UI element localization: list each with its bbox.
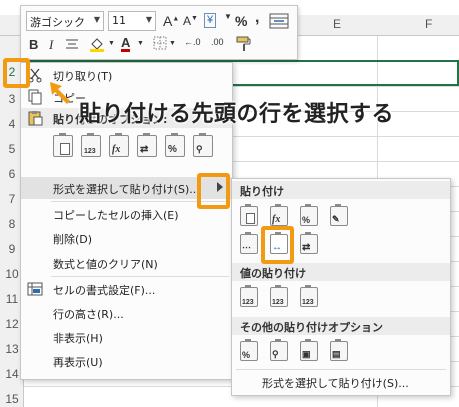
- submenu-arrow-highlight-box: [197, 173, 230, 209]
- paste-formulas-icon[interactable]: fx: [270, 204, 288, 226]
- chevron-down-icon[interactable]: ▼: [224, 13, 232, 21]
- paste-no-borders-icon[interactable]: ⋯: [240, 232, 258, 254]
- paste-formatting-icon[interactable]: %: [165, 133, 185, 157]
- instruction-callout: 貼り付ける先頭の行を選択する: [79, 102, 395, 127]
- menu-item-paste-special-label: 形式を選択して貼り付け(S)...: [53, 183, 200, 196]
- paste-values-number-format-icon[interactable]: 123: [270, 285, 288, 307]
- submenu-separator: [236, 369, 446, 370]
- keep-column-widths-highlight-box: [261, 226, 294, 264]
- submenu-paste-header: 貼り付け: [232, 181, 450, 199]
- font-name-combo[interactable]: 游ゴシック ▼: [26, 11, 104, 31]
- paste-transpose-icon[interactable]: ⇄: [300, 232, 318, 254]
- paste-keep-source-format-icon[interactable]: ✎: [330, 204, 348, 226]
- paste-icon[interactable]: [240, 204, 258, 226]
- menu-item-clear-contents-label: 数式と値のクリア(N): [53, 258, 158, 271]
- menu-item-unhide-label: 再表示(U): [53, 356, 103, 369]
- font-size-combo[interactable]: 11 ▼: [108, 11, 156, 31]
- clipboard-icon: [27, 110, 43, 129]
- column-header-e[interactable]: E: [333, 17, 341, 31]
- comma-format-button[interactable]: ,: [255, 10, 259, 26]
- format-painter-icon[interactable]: [235, 35, 253, 55]
- menu-item-row-height[interactable]: 行の高さ(R)...: [21, 302, 232, 324]
- menu-item-insert-copied-label: コピーしたセルの挿入(E): [53, 209, 179, 222]
- paste-link-icon[interactable]: ⚲: [193, 133, 213, 157]
- chevron-down-icon: ▼: [145, 15, 152, 24]
- submenu-paste-special-item[interactable]: 形式を選択して貼り付け(S)...: [262, 375, 409, 391]
- paste-values-icon[interactable]: 123: [240, 285, 258, 307]
- paste-formulas-icon[interactable]: fx: [109, 133, 129, 157]
- paste-values-source-format-icon[interactable]: 123: [300, 285, 318, 307]
- italic-button[interactable]: I: [49, 38, 53, 51]
- submenu-values-header: 値の貼り付け: [232, 263, 450, 281]
- paste-formatting-icon[interactable]: %: [240, 339, 258, 361]
- borders-icon[interactable]: [153, 36, 167, 52]
- paste-picture-icon[interactable]: ▣: [300, 339, 318, 361]
- row-header-15[interactable]: 15: [0, 392, 24, 406]
- chevron-down-icon[interactable]: ▼: [108, 40, 115, 47]
- menu-item-delete-label: 削除(D): [53, 233, 93, 246]
- menu-item-delete[interactable]: 削除(D): [21, 227, 232, 249]
- paste-special-submenu: 貼り付け fx % ✎ ⋯ ↔ ⇄ 値の貼り付け 123 123 123 その他…: [231, 178, 451, 396]
- format-cells-icon: [27, 281, 43, 297]
- menu-item-hide[interactable]: 非表示(H): [21, 326, 232, 348]
- font-color-button[interactable]: A: [121, 36, 131, 52]
- menu-item-row-height-label: 行の高さ(R)...: [53, 308, 124, 321]
- percent-format-button[interactable]: %: [235, 14, 247, 28]
- align-center-icon[interactable]: [65, 37, 79, 53]
- paste-formulas-number-format-icon[interactable]: %: [300, 204, 318, 226]
- font-size-value: 11: [112, 14, 126, 27]
- grow-font-button[interactable]: A▲: [163, 14, 179, 28]
- paste-linked-picture-icon[interactable]: ▤: [330, 339, 348, 361]
- menu-item-unhide[interactable]: 再表示(U): [21, 350, 232, 372]
- font-name-value: 游ゴシック: [30, 16, 85, 29]
- submenu-values-label: 値の貼り付け: [240, 267, 306, 280]
- submenu-paste-label: 貼り付け: [240, 185, 284, 198]
- menu-item-hide-label: 非表示(H): [53, 332, 103, 345]
- menu-item-clear-contents[interactable]: 数式と値のクリア(N): [21, 252, 232, 274]
- paste-transpose-icon[interactable]: ⇄: [137, 133, 157, 157]
- decrease-decimal-button[interactable]: .00: [211, 38, 224, 47]
- increase-decimal-button[interactable]: ←.0: [184, 38, 201, 47]
- chevron-down-icon[interactable]: ▼: [137, 40, 144, 47]
- submenu-other-label: その他の貼り付けオプション: [240, 321, 383, 334]
- chevron-down-icon[interactable]: ▼: [169, 40, 176, 47]
- paste-values-icon[interactable]: 123: [81, 133, 101, 157]
- fill-color-icon[interactable]: [89, 36, 105, 54]
- column-header-f[interactable]: F: [425, 17, 432, 31]
- currency-format-button[interactable]: ¥: [204, 13, 217, 28]
- menu-item-format-cells-label: セルの書式設定(F)...: [53, 284, 156, 297]
- paste-link-icon[interactable]: ⚲: [270, 339, 288, 361]
- chevron-down-icon: ▼: [93, 15, 100, 24]
- menu-separator: [51, 276, 229, 277]
- menu-item-format-cells[interactable]: セルの書式設定(F)...: [21, 278, 232, 300]
- mini-toolbar: 游ゴシック ▼ 11 ▼ A▲ A▼ ¥ ▼ % , B I ▼ A ▼ ▼ ←…: [20, 5, 298, 60]
- shrink-font-button[interactable]: A▼: [183, 15, 198, 27]
- paste-icon[interactable]: [53, 133, 73, 157]
- bold-button[interactable]: B: [29, 38, 38, 51]
- copy-icon: [27, 89, 43, 105]
- arrow-pointer-icon: [50, 82, 70, 104]
- submenu-other-header: その他の貼り付けオプション: [232, 317, 450, 335]
- merge-center-icon[interactable]: [269, 13, 289, 31]
- row-highlight-box: [3, 58, 30, 88]
